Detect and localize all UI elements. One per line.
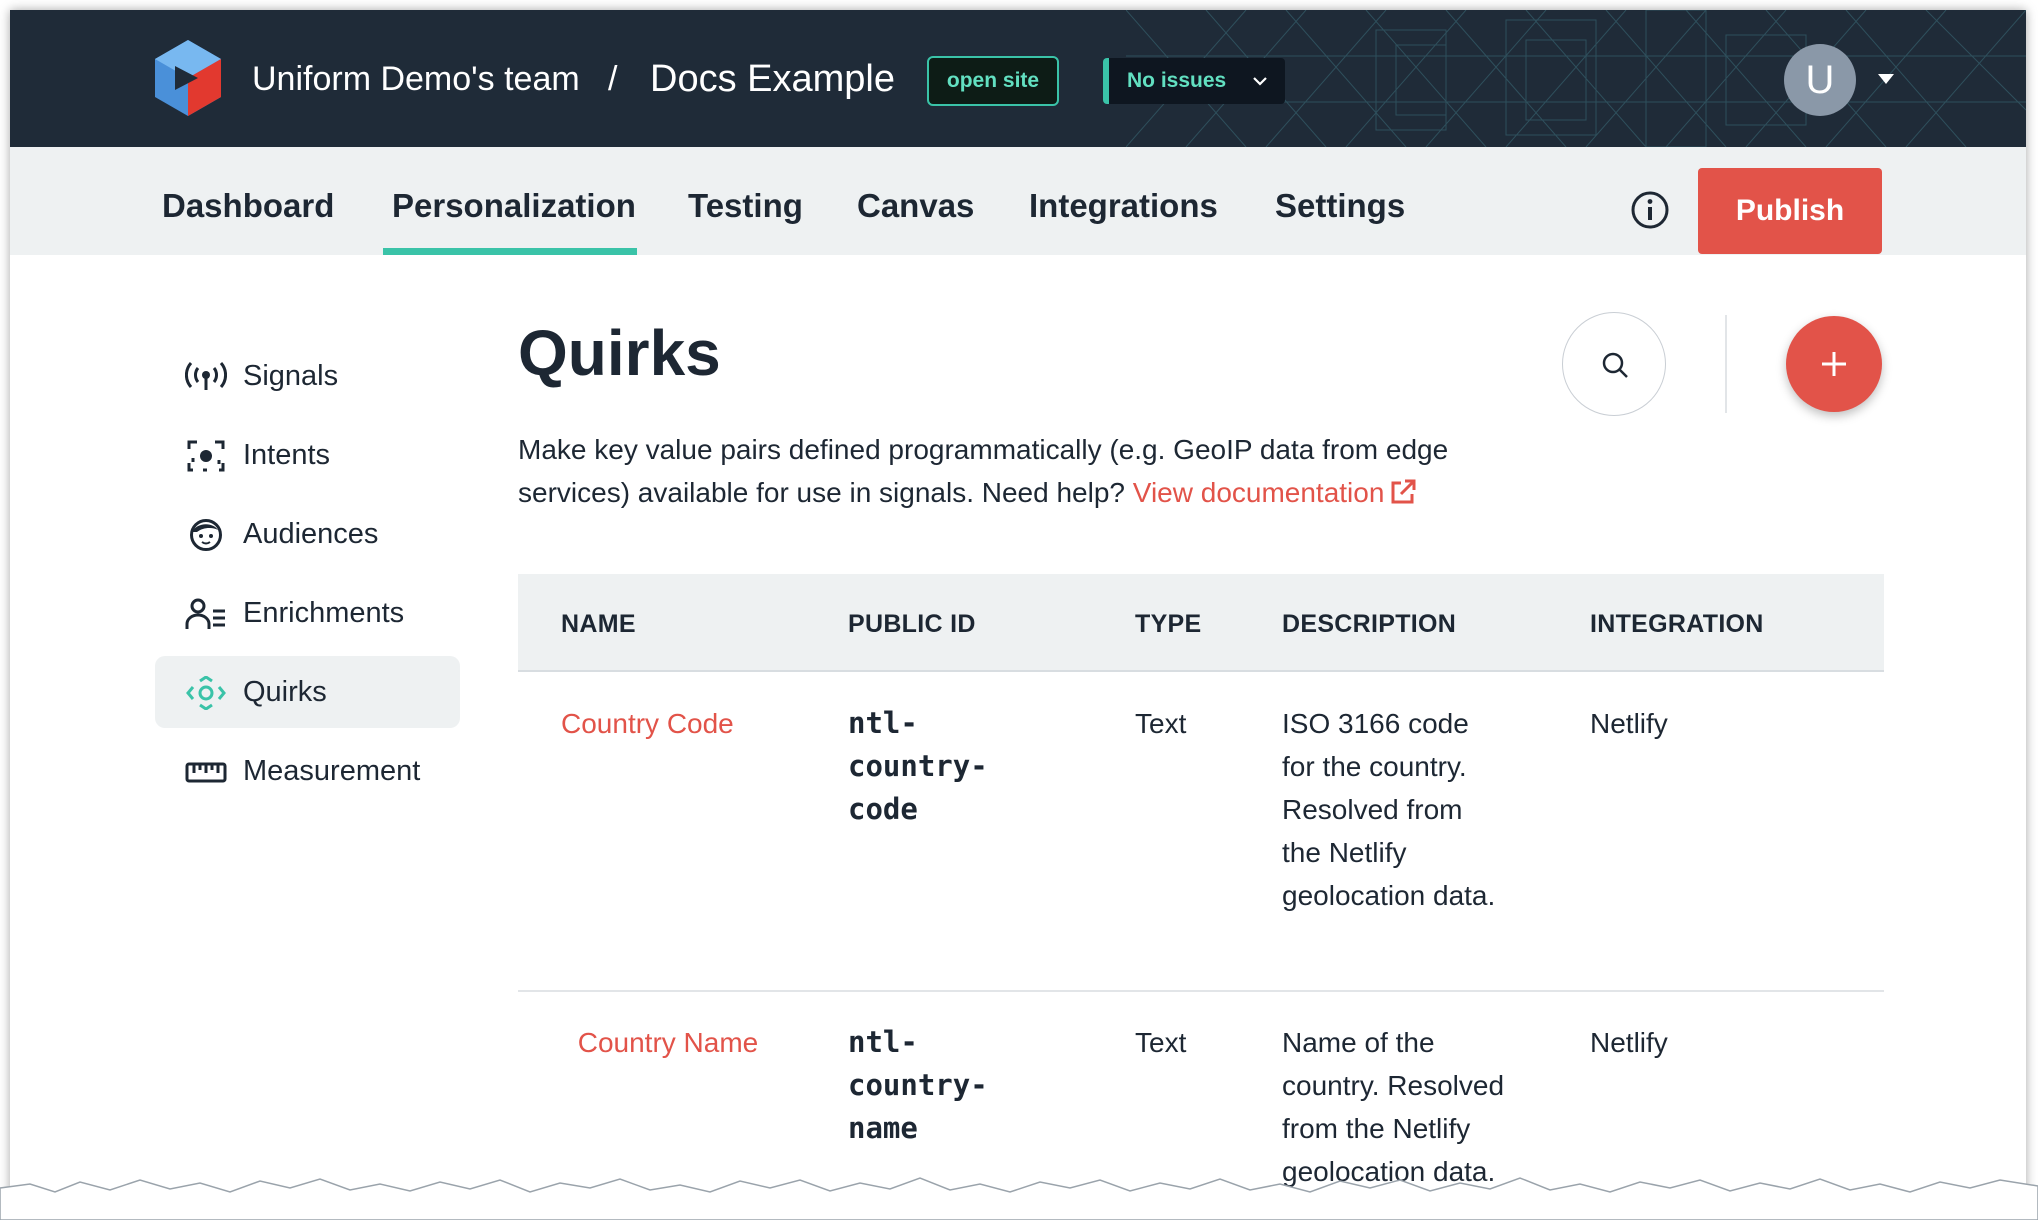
table-header: NAME PUBLIC ID TYPE DESCRIPTION INTEGRAT… [518, 574, 1884, 672]
tab-dashboard[interactable]: Dashboard [162, 187, 334, 225]
main-nav: Dashboard Personalization Testing Canvas… [10, 147, 2026, 255]
active-tab-indicator [383, 248, 637, 255]
search-icon [1602, 352, 1628, 378]
uniform-logo[interactable] [153, 38, 223, 118]
tab-settings[interactable]: Settings [1275, 187, 1405, 225]
view-documentation-link[interactable]: View documentation [1133, 477, 1417, 508]
tab-integrations[interactable]: Integrations [1029, 187, 1218, 225]
sidebar-item-enrichments[interactable]: Enrichments [155, 577, 460, 649]
quirk-name-link[interactable]: Country Name [561, 1021, 775, 1064]
column-header-public-id[interactable]: PUBLIC ID [848, 610, 976, 639]
open-site-button[interactable]: open site [927, 56, 1059, 106]
publish-button[interactable]: Publish [1698, 168, 1882, 254]
public-id: ntl-country-code [848, 706, 988, 826]
info-icon[interactable] [1630, 190, 1670, 230]
avatar[interactable]: U [1784, 44, 1856, 116]
sidebar-item-quirks[interactable]: Quirks [155, 656, 460, 728]
doc-link-label: View documentation [1132, 477, 1385, 508]
divider [1725, 315, 1727, 413]
signal-icon [185, 362, 227, 390]
integration: Netlify [1590, 1027, 1668, 1058]
page-title: Quirks [518, 317, 721, 389]
sidebar-item-label: Enrichments [243, 597, 405, 629]
row-divider [518, 990, 1884, 992]
top-bar: Uniform Demo's team / Docs Example open … [10, 10, 2026, 147]
sidebar-item-intents[interactable]: Intents [155, 419, 460, 491]
tab-testing[interactable]: Testing [688, 187, 803, 225]
quirk-name-link[interactable]: Country Code [561, 702, 801, 745]
issues-label: No issues [1127, 69, 1227, 92]
description: Name of the country. Resolved from the N… [1282, 1027, 1505, 1187]
project-name[interactable]: Docs Example [650, 58, 895, 101]
external-link-icon [1391, 479, 1416, 504]
plus-icon [1822, 352, 1846, 376]
torn-edge [0, 1177, 2038, 1220]
issues-dropdown[interactable]: No issues [1103, 58, 1285, 104]
column-header-description[interactable]: DESCRIPTION [1282, 610, 1456, 639]
enrichment-icon [185, 598, 225, 629]
sidebar-item-measurement[interactable]: Measurement [155, 735, 460, 807]
search-button[interactable] [1562, 312, 1666, 416]
quirk-icon [186, 676, 226, 710]
sidebar-item-signals[interactable]: Signals [155, 340, 460, 412]
breadcrumb-separator: / [608, 60, 618, 98]
app-window: Uniform Demo's team / Docs Example open … [10, 10, 2026, 1210]
chevron-down-icon [1253, 77, 1267, 86]
tab-personalization[interactable]: Personalization [392, 187, 636, 225]
sidebar-item-label: Measurement [243, 755, 421, 787]
add-quirk-button[interactable] [1786, 316, 1882, 412]
sidebar-item-label: Audiences [243, 518, 379, 550]
tab-canvas[interactable]: Canvas [857, 187, 974, 225]
column-header-type[interactable]: TYPE [1135, 610, 1202, 639]
sidebar-item-audiences[interactable]: Audiences [155, 498, 460, 570]
intent-icon [187, 440, 225, 472]
type: Text [1135, 708, 1187, 739]
sidebar-item-label: Signals [243, 360, 339, 392]
caret-down-icon[interactable] [1878, 74, 1894, 84]
public-id: ntl-country-name [848, 1025, 988, 1145]
description: ISO 3166 code for the country. Resolved … [1282, 708, 1496, 911]
ruler-icon [185, 762, 227, 783]
page-description: Make key value pairs defined programmati… [518, 428, 1538, 514]
type: Text [1135, 1027, 1187, 1058]
sidebar-item-label: Quirks [243, 676, 327, 708]
sidebar-item-label: Intents [243, 439, 331, 471]
column-header-name[interactable]: NAME [561, 610, 636, 639]
integration: Netlify [1590, 708, 1668, 739]
audience-icon [190, 519, 222, 551]
column-header-integration[interactable]: INTEGRATION [1590, 610, 1764, 639]
team-name[interactable]: Uniform Demo's team [252, 60, 580, 99]
